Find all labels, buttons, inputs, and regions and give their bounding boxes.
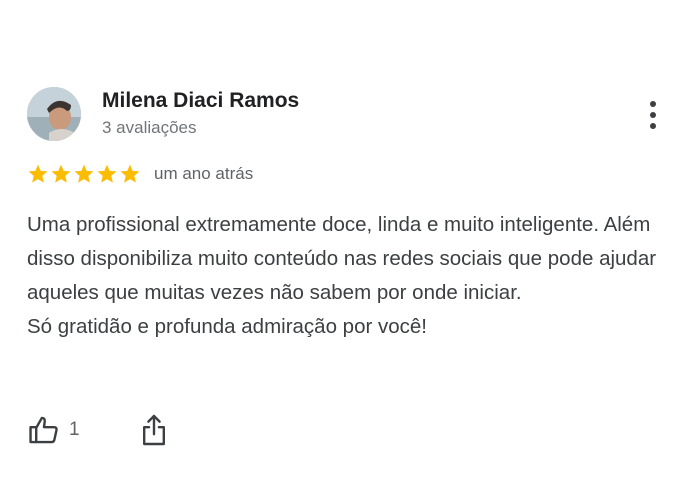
review-card: Milena Diaci Ramos 3 avaliações um ano a… bbox=[0, 0, 700, 500]
avatar[interactable] bbox=[27, 87, 81, 141]
reviewer-name[interactable]: Milena Diaci Ramos bbox=[102, 89, 299, 113]
more-vert-icon bbox=[650, 101, 656, 107]
star-icon bbox=[73, 163, 95, 185]
review-count[interactable]: 3 avaliações bbox=[102, 118, 197, 138]
review-text-paragraph: Só gratidão e profunda admiração por voc… bbox=[27, 315, 428, 338]
rating-row: um ano atrás bbox=[27, 162, 253, 186]
star-icon bbox=[50, 163, 72, 185]
star-icon bbox=[96, 163, 118, 185]
thumbs-up-icon bbox=[27, 413, 61, 447]
like-count: 1 bbox=[69, 419, 80, 440]
review-text: Uma profissional extremamente doce, lind… bbox=[27, 208, 687, 344]
review-actions: 1 bbox=[27, 410, 168, 450]
review-text-paragraph: Uma profissional extremamente doce, lind… bbox=[27, 213, 657, 304]
star-icon bbox=[119, 163, 141, 185]
more-vert-icon bbox=[650, 123, 656, 129]
share-button[interactable] bbox=[140, 413, 168, 447]
share-icon bbox=[140, 413, 168, 447]
star-icon bbox=[27, 163, 49, 185]
like-button[interactable]: 1 bbox=[27, 413, 80, 447]
more-options-button[interactable] bbox=[636, 96, 670, 134]
review-date: um ano atrás bbox=[154, 164, 254, 183]
star-rating bbox=[27, 163, 141, 185]
more-vert-icon bbox=[650, 112, 656, 118]
